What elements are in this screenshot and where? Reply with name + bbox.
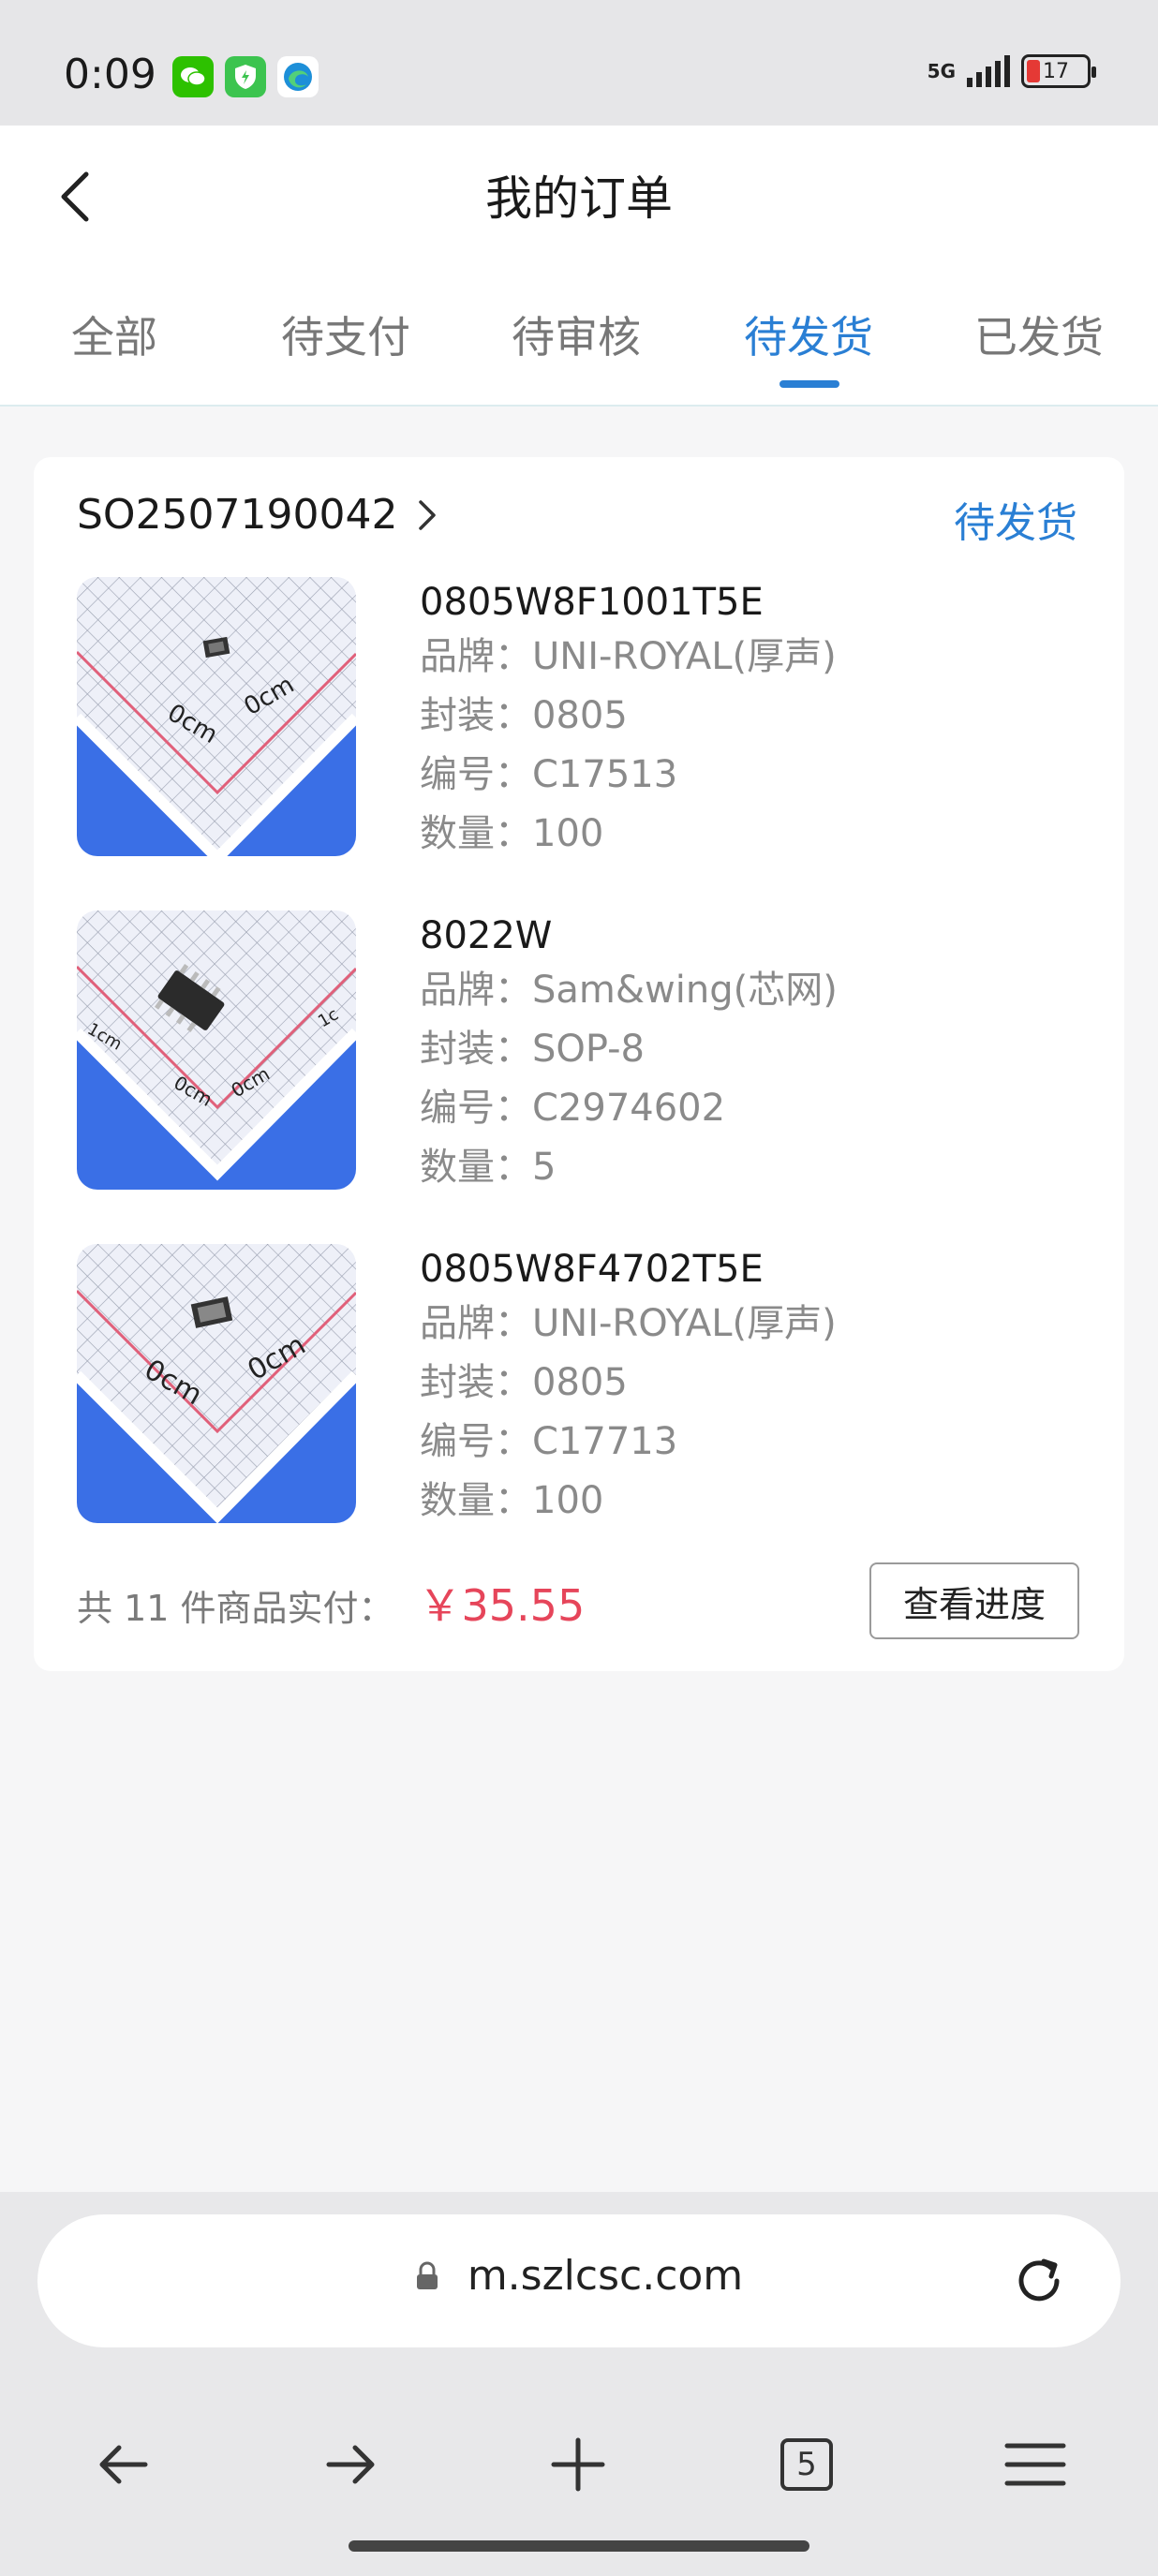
notification-icons <box>172 56 319 97</box>
product-name: 8022W <box>420 914 553 957</box>
reload-button[interactable] <box>1006 2248 1072 2314</box>
order-status-tabs: 全部 待支付 待审核 待发货 已发货 <box>0 266 1158 407</box>
chevron-right-icon <box>418 499 436 530</box>
network-type: 5G <box>927 60 956 82</box>
tab-pending-review[interactable]: 待审核 <box>512 303 641 365</box>
wechat-icon <box>172 56 214 97</box>
product-quantity: 数量：100 <box>420 1479 604 1522</box>
product-code: 编号：C17513 <box>420 753 678 796</box>
summary-text: 共 11 件商品实付： <box>77 1588 394 1629</box>
order-item[interactable]: 0cm 0cm 0805W8F1001T5E 品牌：UNI-ROYAL(厚声) … <box>77 577 1089 858</box>
order-summary: 共 11 件商品实付： ￥35.55 <box>77 1572 585 1634</box>
product-name: 0805W8F4702T5E <box>420 1248 764 1291</box>
product-image: 0cm 0cm <box>77 1244 356 1523</box>
product-package: 封装：SOP-8 <box>420 1028 645 1071</box>
product-code: 编号：C17713 <box>420 1420 678 1463</box>
page-title: 我的订单 <box>485 171 673 226</box>
product-image: 1cm 0cm 0cm 1c <box>77 910 356 1190</box>
new-tab-button[interactable] <box>527 2413 630 2516</box>
tab-all[interactable]: 全部 <box>71 303 157 365</box>
address-bar[interactable]: m.szlcsc.com <box>37 2214 1121 2347</box>
order-number-link[interactable]: SO2507190042 <box>77 491 438 539</box>
browser-nav-bar: 5 <box>0 2413 1158 2516</box>
page-header: 我的订单 <box>0 126 1158 266</box>
product-brand: 品牌：UNI-ROYAL(厚声) <box>420 635 837 678</box>
order-item[interactable]: 1cm 0cm 0cm 1c 8022W 品牌：Sam&wing(芯网) 封装：… <box>77 910 1089 1192</box>
battery-icon: 17 <box>1021 54 1096 88</box>
product-name: 0805W8F1001T5E <box>420 581 764 624</box>
url-text: m.szlcsc.com <box>467 2252 744 2300</box>
product-image: 0cm 0cm <box>77 577 356 856</box>
order-total: ￥35.55 <box>418 1580 586 1631</box>
order-status: 待发货 <box>954 499 1077 547</box>
product-quantity: 数量：100 <box>420 812 604 855</box>
tab-pending-shipment[interactable]: 待发货 <box>744 303 873 365</box>
product-code: 编号：C2974602 <box>420 1087 726 1130</box>
product-info: 8022W 品牌：Sam&wing(芯网) 封装：SOP-8 编号：C29746… <box>420 910 838 1197</box>
product-info: 0805W8F4702T5E 品牌：UNI-ROYAL(厚声) 封装：0805 … <box>420 1244 837 1531</box>
security-shield-icon <box>225 56 266 97</box>
status-indicators: 5G 17 <box>927 54 1096 88</box>
browser-back-button[interactable] <box>71 2413 174 2516</box>
order-item[interactable]: 0cm 0cm 0805W8F4702T5E 品牌：UNI-ROYAL(厚声) … <box>77 1244 1089 1525</box>
hamburger-menu-icon <box>1004 2443 1066 2486</box>
order-number: SO2507190042 <box>77 491 398 539</box>
tabs-button[interactable]: 5 <box>755 2413 858 2516</box>
order-card[interactable]: SO2507190042 待发货 0cm 0cm 0805W8F1001T5E … <box>34 457 1124 1671</box>
plus-icon <box>551 2437 605 2492</box>
view-progress-button[interactable]: 查看进度 <box>869 1562 1079 1639</box>
browser-toolbar: m.szlcsc.com 5 <box>0 2192 1158 2576</box>
tab-pending-payment[interactable]: 待支付 <box>281 303 410 365</box>
arrow-left-icon <box>99 2445 148 2484</box>
status-bar: 0:09 5G 17 <box>0 0 1158 126</box>
product-package: 封装：0805 <box>420 1361 628 1404</box>
product-brand: 品牌：Sam&wing(芯网) <box>420 969 838 1012</box>
edge-browser-icon <box>277 56 319 97</box>
lock-icon <box>416 2261 438 2289</box>
arrow-right-icon <box>326 2445 375 2484</box>
battery-level: 17 <box>1043 59 1069 83</box>
home-indicator[interactable] <box>349 2540 809 2552</box>
signal-icon <box>967 55 1010 87</box>
status-time: 0:09 <box>64 51 156 98</box>
product-brand: 品牌：UNI-ROYAL(厚声) <box>420 1302 837 1345</box>
url-display: m.szlcsc.com <box>37 2252 1121 2300</box>
menu-button[interactable] <box>984 2413 1087 2516</box>
product-info: 0805W8F1001T5E 品牌：UNI-ROYAL(厚声) 封装：0805 … <box>420 577 837 864</box>
reload-icon <box>1018 2258 1060 2302</box>
browser-forward-button[interactable] <box>300 2413 403 2516</box>
tab-count: 5 <box>780 2438 833 2491</box>
product-package: 封装：0805 <box>420 694 628 737</box>
product-quantity: 数量：5 <box>420 1146 557 1189</box>
active-tab-indicator <box>779 380 839 388</box>
tab-shipped[interactable]: 已发货 <box>974 303 1104 365</box>
